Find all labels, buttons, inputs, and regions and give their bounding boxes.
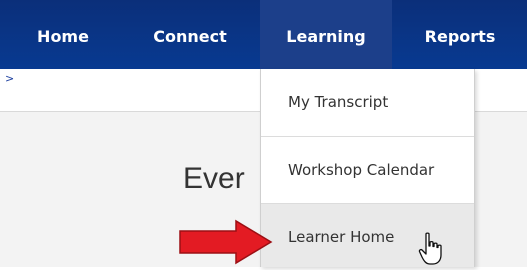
nav-item-home[interactable]: Home [28, 0, 98, 69]
right-arrow-icon [179, 219, 273, 265]
breadcrumb-separator[interactable]: > [5, 72, 14, 85]
menu-item-label: Learner Home [288, 228, 395, 246]
menu-item-label: Workshop Calendar [288, 161, 435, 179]
menu-item-workshop-calendar[interactable]: Workshop Calendar [261, 136, 474, 204]
nav-item-connect[interactable]: Connect [142, 0, 238, 69]
top-navigation-bar: Home Connect Learning Reports [0, 0, 527, 69]
menu-item-my-transcript[interactable]: My Transcript [261, 69, 474, 137]
hand-pointer-icon [418, 232, 442, 265]
page-title: Ever [183, 162, 245, 195]
nav-item-reports[interactable]: Reports [405, 0, 515, 69]
menu-item-label: My Transcript [288, 93, 389, 111]
nav-item-learning[interactable]: Learning [260, 0, 392, 69]
